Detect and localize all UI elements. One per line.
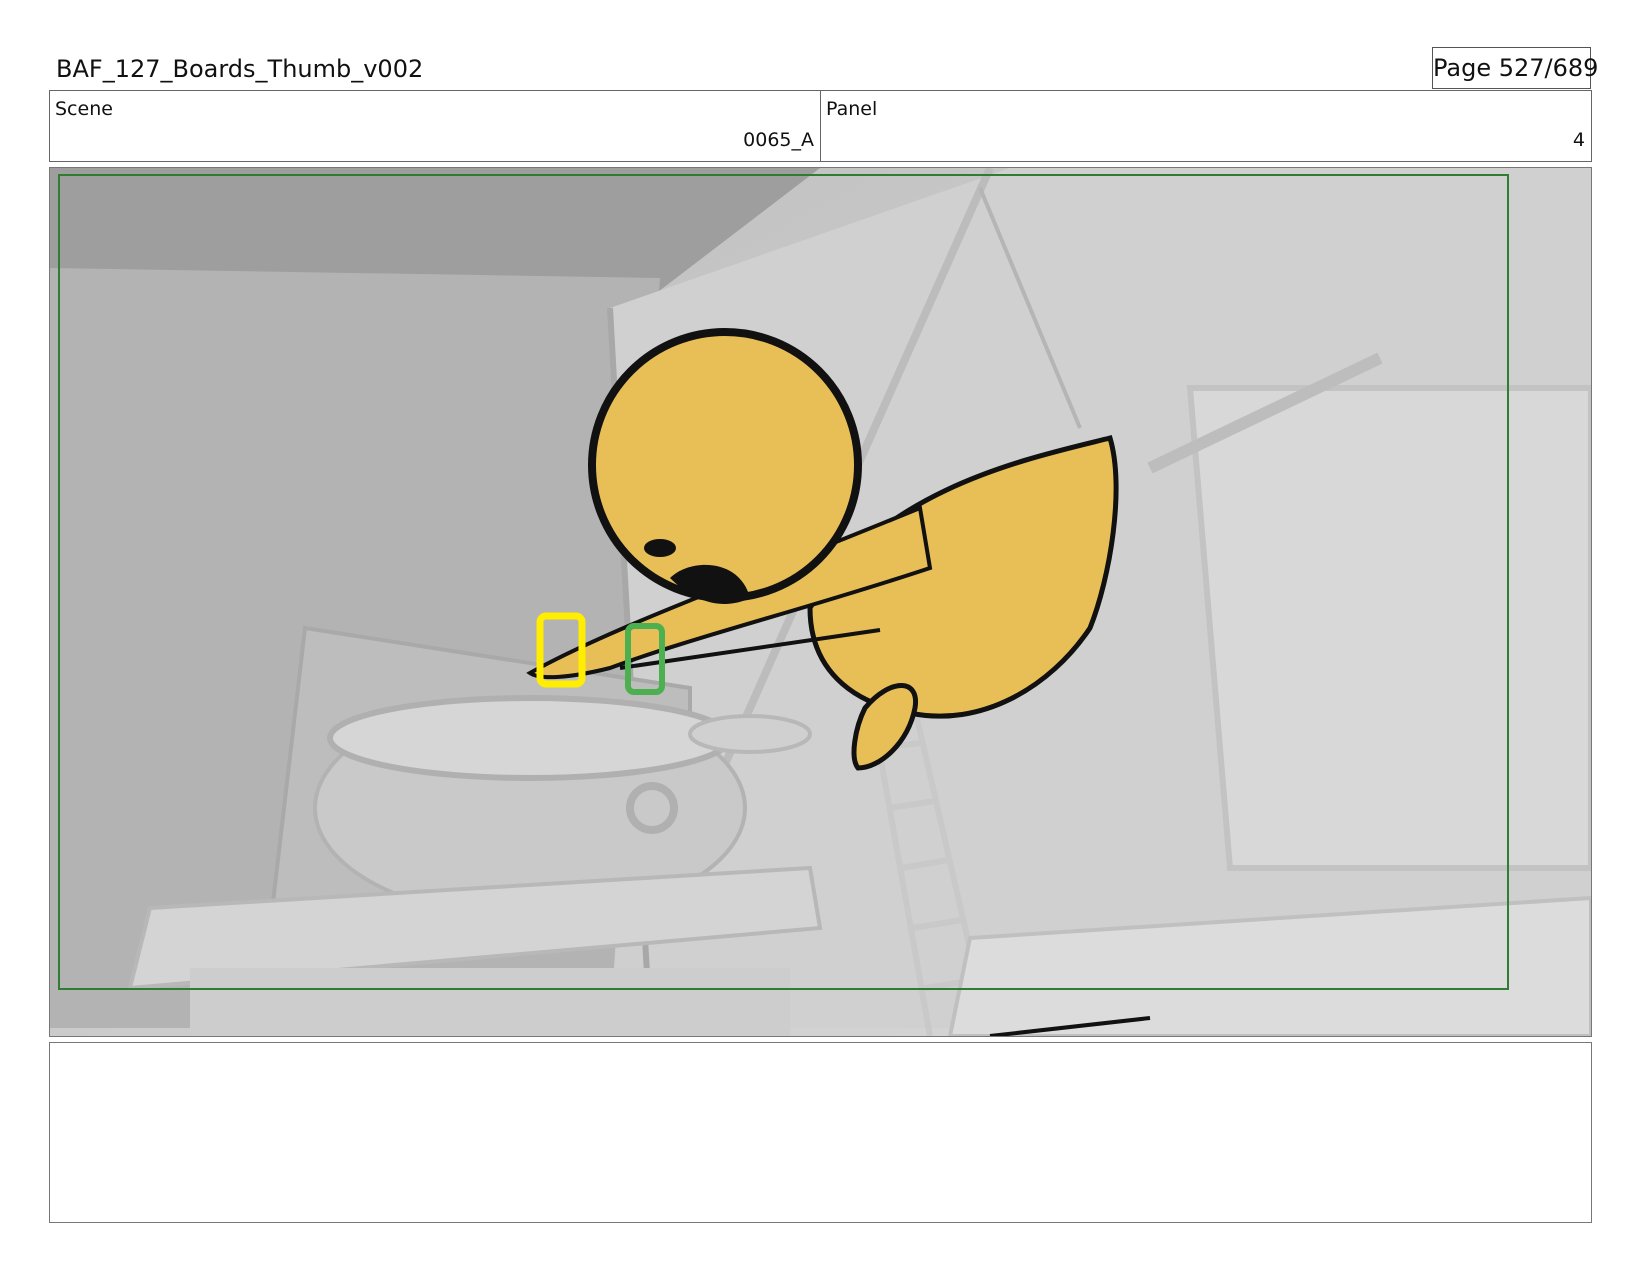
back-panel	[1186, 385, 1591, 871]
character-eye	[644, 539, 676, 557]
page-counter: Page 527/689	[1432, 47, 1598, 89]
small-shelf	[688, 714, 812, 754]
scene-label: Scene	[55, 98, 113, 120]
storyboard-frame	[49, 167, 1592, 1037]
panel-value: 4	[1572, 129, 1585, 151]
document-title: BAF_127_Boards_Thumb_v002	[56, 55, 424, 83]
character-head	[588, 328, 862, 602]
storyboard-drawing	[50, 168, 1591, 1036]
pot-rim	[327, 695, 733, 781]
scene-cell: Scene 0065_A	[50, 91, 820, 161]
table-base	[190, 968, 790, 1036]
panel-cell: Panel 4	[820, 91, 1591, 161]
notes-box	[49, 1042, 1592, 1223]
scene-value: 0065_A	[743, 129, 814, 151]
scene-panel-table: Scene 0065_A Panel 4	[49, 90, 1592, 162]
panel-label: Panel	[826, 98, 878, 120]
